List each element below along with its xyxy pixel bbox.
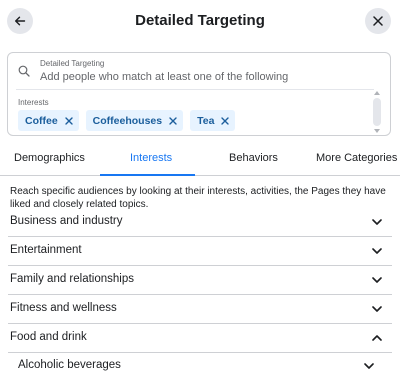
category-family-and-relationships[interactable]: Family and relationships — [0, 266, 400, 295]
subcategory-alcoholic-beverages[interactable]: Alcoholic beverages — [0, 352, 400, 375]
close-icon — [169, 116, 177, 125]
remove-chip-button[interactable] — [168, 116, 178, 126]
dialog-title: Detailed Targeting — [135, 12, 265, 29]
remove-chip-button[interactable] — [64, 116, 74, 126]
chevron-up-icon — [372, 335, 382, 341]
targeting-tabs: Demographics Interests Behaviors More Ca… — [0, 146, 400, 176]
category-fitness-and-wellness[interactable]: Fitness and wellness — [0, 295, 400, 324]
interest-chip-coffee: Coffee — [18, 110, 79, 131]
chevron-down-icon — [364, 363, 374, 369]
tab-more-categories[interactable]: More Categories — [316, 146, 397, 176]
search-field-label: Detailed Targeting — [40, 59, 105, 68]
search-icon — [18, 65, 30, 77]
selected-interests-list: Coffee Coffeehouses Tea — [18, 110, 236, 131]
detailed-targeting-search-input[interactable] — [40, 69, 370, 85]
tab-interests[interactable]: Interests — [130, 146, 172, 176]
category-label: Family and relationships — [10, 273, 135, 285]
detailed-targeting-box: Detailed Targeting Interests Coffee Coff… — [7, 52, 391, 136]
divider — [16, 89, 374, 90]
close-icon — [64, 116, 73, 125]
chevron-down-icon — [372, 306, 382, 312]
category-business-and-industry[interactable]: Business and industry — [0, 208, 400, 237]
interests-scrollbar[interactable] — [372, 91, 384, 133]
active-tab-indicator — [100, 174, 195, 176]
close-icon — [373, 16, 383, 26]
category-label: Fitness and wellness — [10, 302, 117, 314]
interests-section-label: Interests — [18, 98, 49, 107]
chevron-down-icon — [372, 248, 382, 254]
interest-chip-label: Coffee — [25, 114, 58, 127]
close-icon — [221, 116, 230, 125]
category-food-and-drink[interactable]: Food and drink — [0, 324, 400, 353]
tab-behaviors[interactable]: Behaviors — [229, 146, 278, 176]
interest-chip-label: Tea — [197, 114, 215, 127]
close-button[interactable] — [365, 8, 391, 34]
category-label: Business and industry — [10, 215, 123, 227]
scroll-down-arrow-icon[interactable] — [374, 129, 380, 133]
tab-demographics[interactable]: Demographics — [14, 146, 85, 176]
category-entertainment[interactable]: Entertainment — [0, 237, 400, 266]
interest-chip-label: Coffeehouses — [92, 114, 163, 127]
interest-chip-tea: Tea — [190, 110, 236, 131]
chevron-down-icon — [372, 219, 382, 225]
interest-chip-coffeehouses: Coffeehouses — [85, 110, 184, 131]
category-label: Entertainment — [10, 244, 82, 256]
chevron-down-icon — [372, 277, 382, 283]
category-label: Alcoholic beverages — [18, 359, 121, 371]
dialog-header: Detailed Targeting — [0, 0, 400, 44]
category-label: Food and drink — [10, 331, 87, 343]
scroll-thumb[interactable] — [373, 98, 381, 126]
remove-chip-button[interactable] — [220, 116, 230, 126]
scroll-up-arrow-icon[interactable] — [374, 91, 380, 95]
